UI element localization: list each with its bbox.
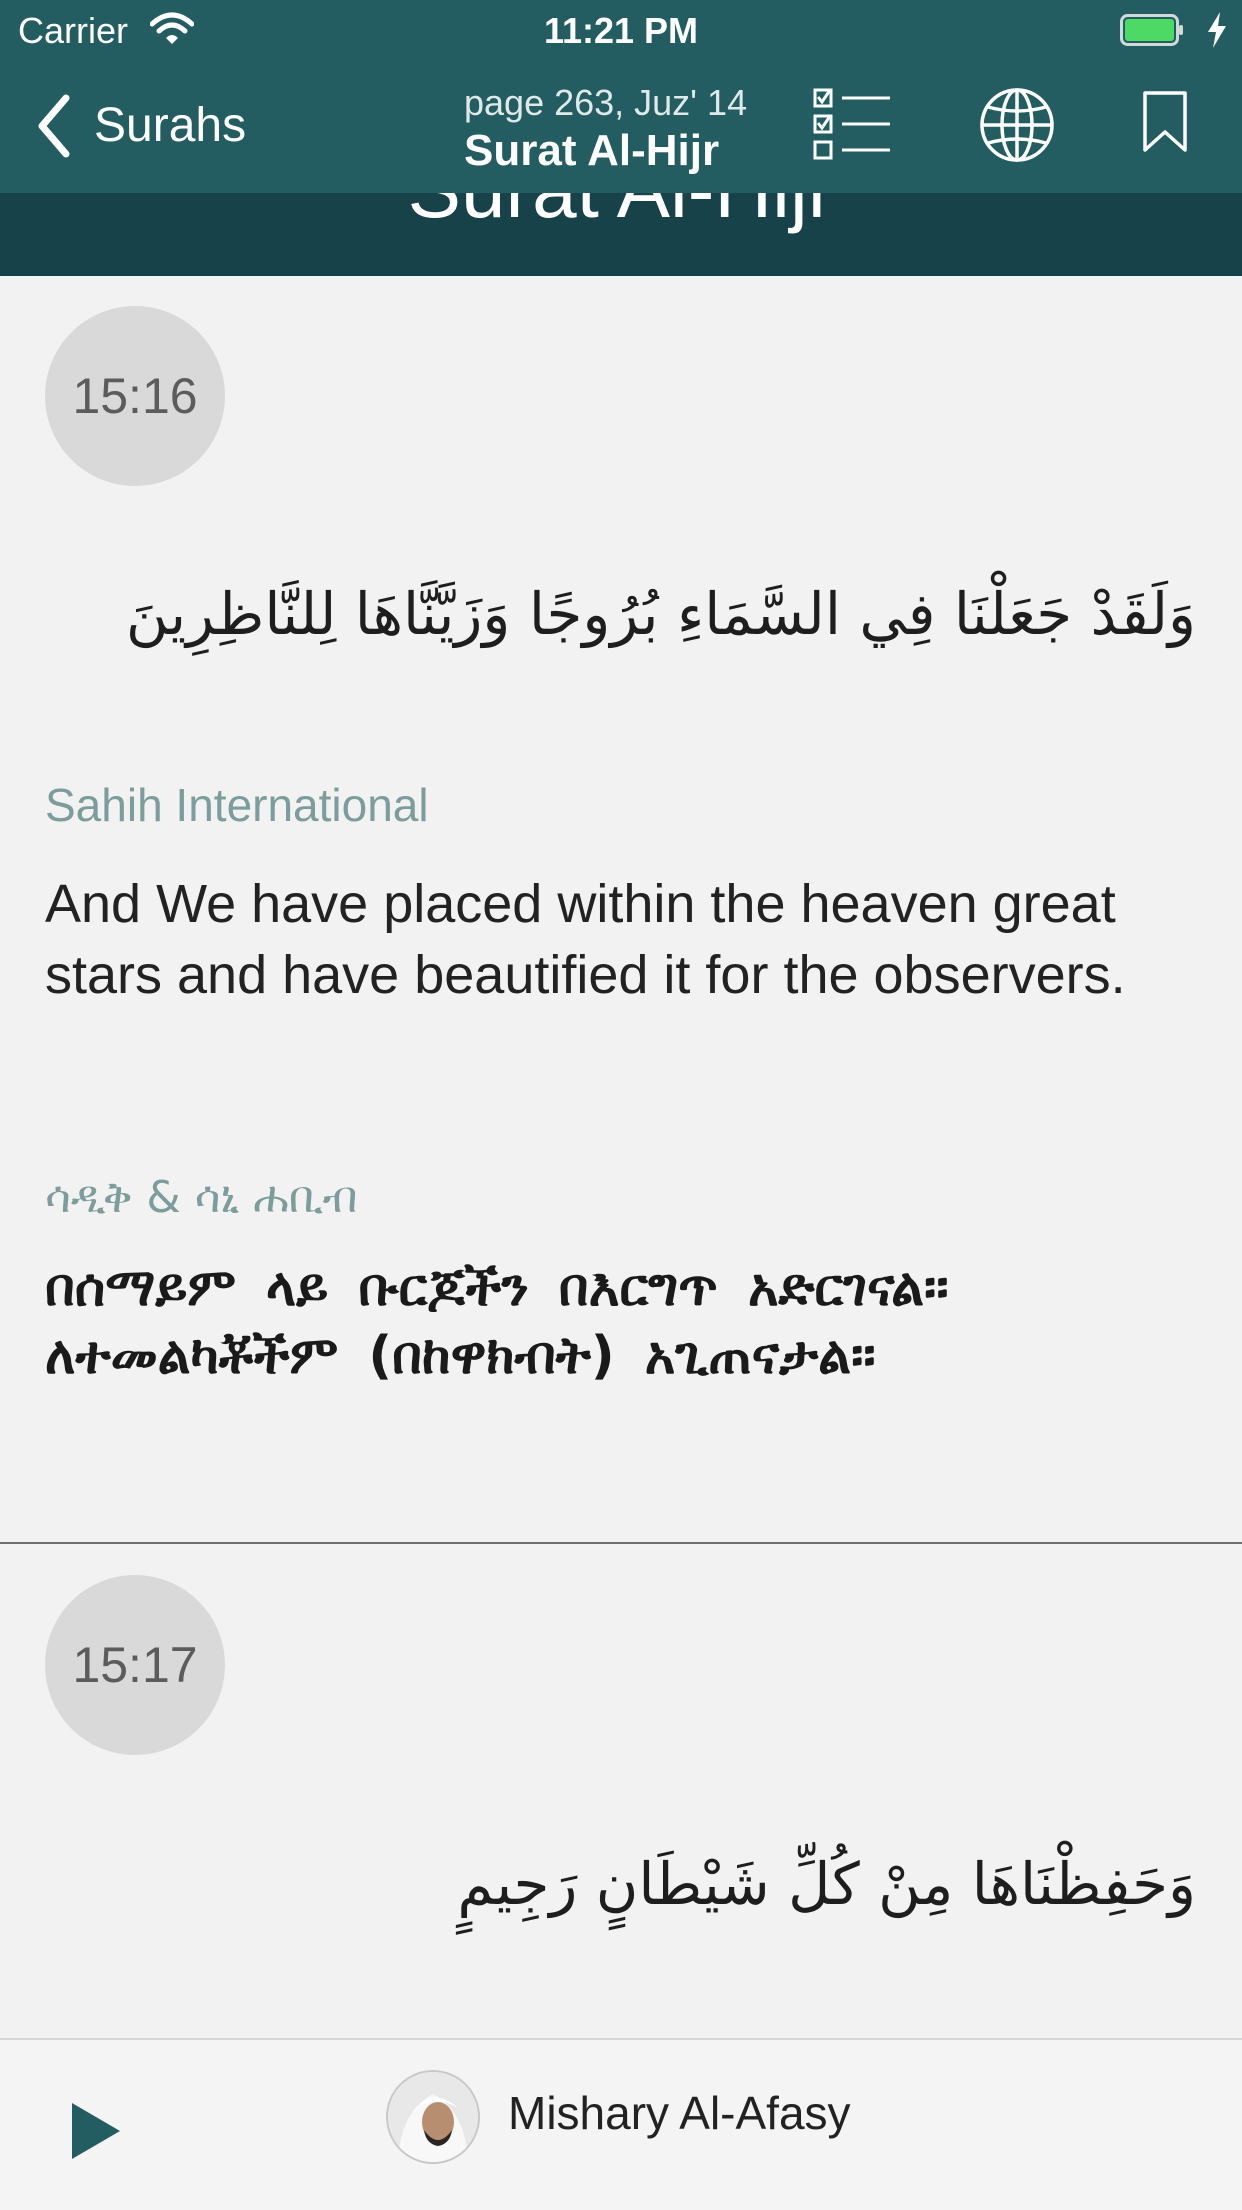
nav-title: Surat Al-Hijr [464, 126, 720, 175]
globe-icon[interactable] [978, 86, 1056, 164]
verse-number-badge[interactable]: 15:17 [45, 1575, 225, 1755]
translation2-text: በሰማይም ላይ ቡርጆችን በእርግጥ አድርገናል፡፡ ለተመልካቾችም (… [45, 1258, 949, 1386]
status-bar: Carrier 11:21 PM [0, 0, 1242, 60]
navigation-bar: Surahs page 263, Juz' 14 Surat Al-Hijr [0, 60, 1242, 193]
reciter-avatar[interactable] [386, 2070, 480, 2164]
charging-bolt-icon [1208, 12, 1226, 48]
audio-player-bar: Mishary Al-Afasy [0, 2038, 1242, 2210]
play-icon[interactable] [70, 2101, 122, 2161]
bookmark-icon[interactable] [1142, 90, 1188, 154]
page-juz-label: page 263, Juz' 14 [464, 82, 748, 123]
verse-number-badge[interactable]: 15:16 [45, 306, 225, 486]
translation2-name: ሳዲቅ & ሳኒ ሐቢብ [45, 1172, 358, 1223]
status-time: 11:21 PM [543, 10, 699, 51]
verse-arabic-text: وَحَفِظْنَاهَا مِنْ كُلِّ شَيْطَانٍ رَجِ… [457, 1850, 1196, 1918]
translation-name: Sahih International [45, 779, 429, 831]
verse-arabic-text: وَلَقَدْ جَعَلْنَا فِي السَّمَاءِ بُرُوج… [125, 580, 1196, 648]
verse-divider [0, 1542, 1242, 1544]
back-chevron-icon[interactable] [36, 94, 72, 158]
reciter-name[interactable]: Mishary Al-Afasy [508, 2086, 851, 2140]
translation-text: And We have placed within the heaven gre… [45, 874, 1126, 1005]
checklist-icon[interactable] [812, 86, 892, 162]
back-button[interactable]: Surahs [94, 98, 246, 153]
battery-icon [1120, 14, 1183, 46]
header: Carrier 11:21 PM Surahs page 263, Juz' 1… [0, 0, 1242, 193]
